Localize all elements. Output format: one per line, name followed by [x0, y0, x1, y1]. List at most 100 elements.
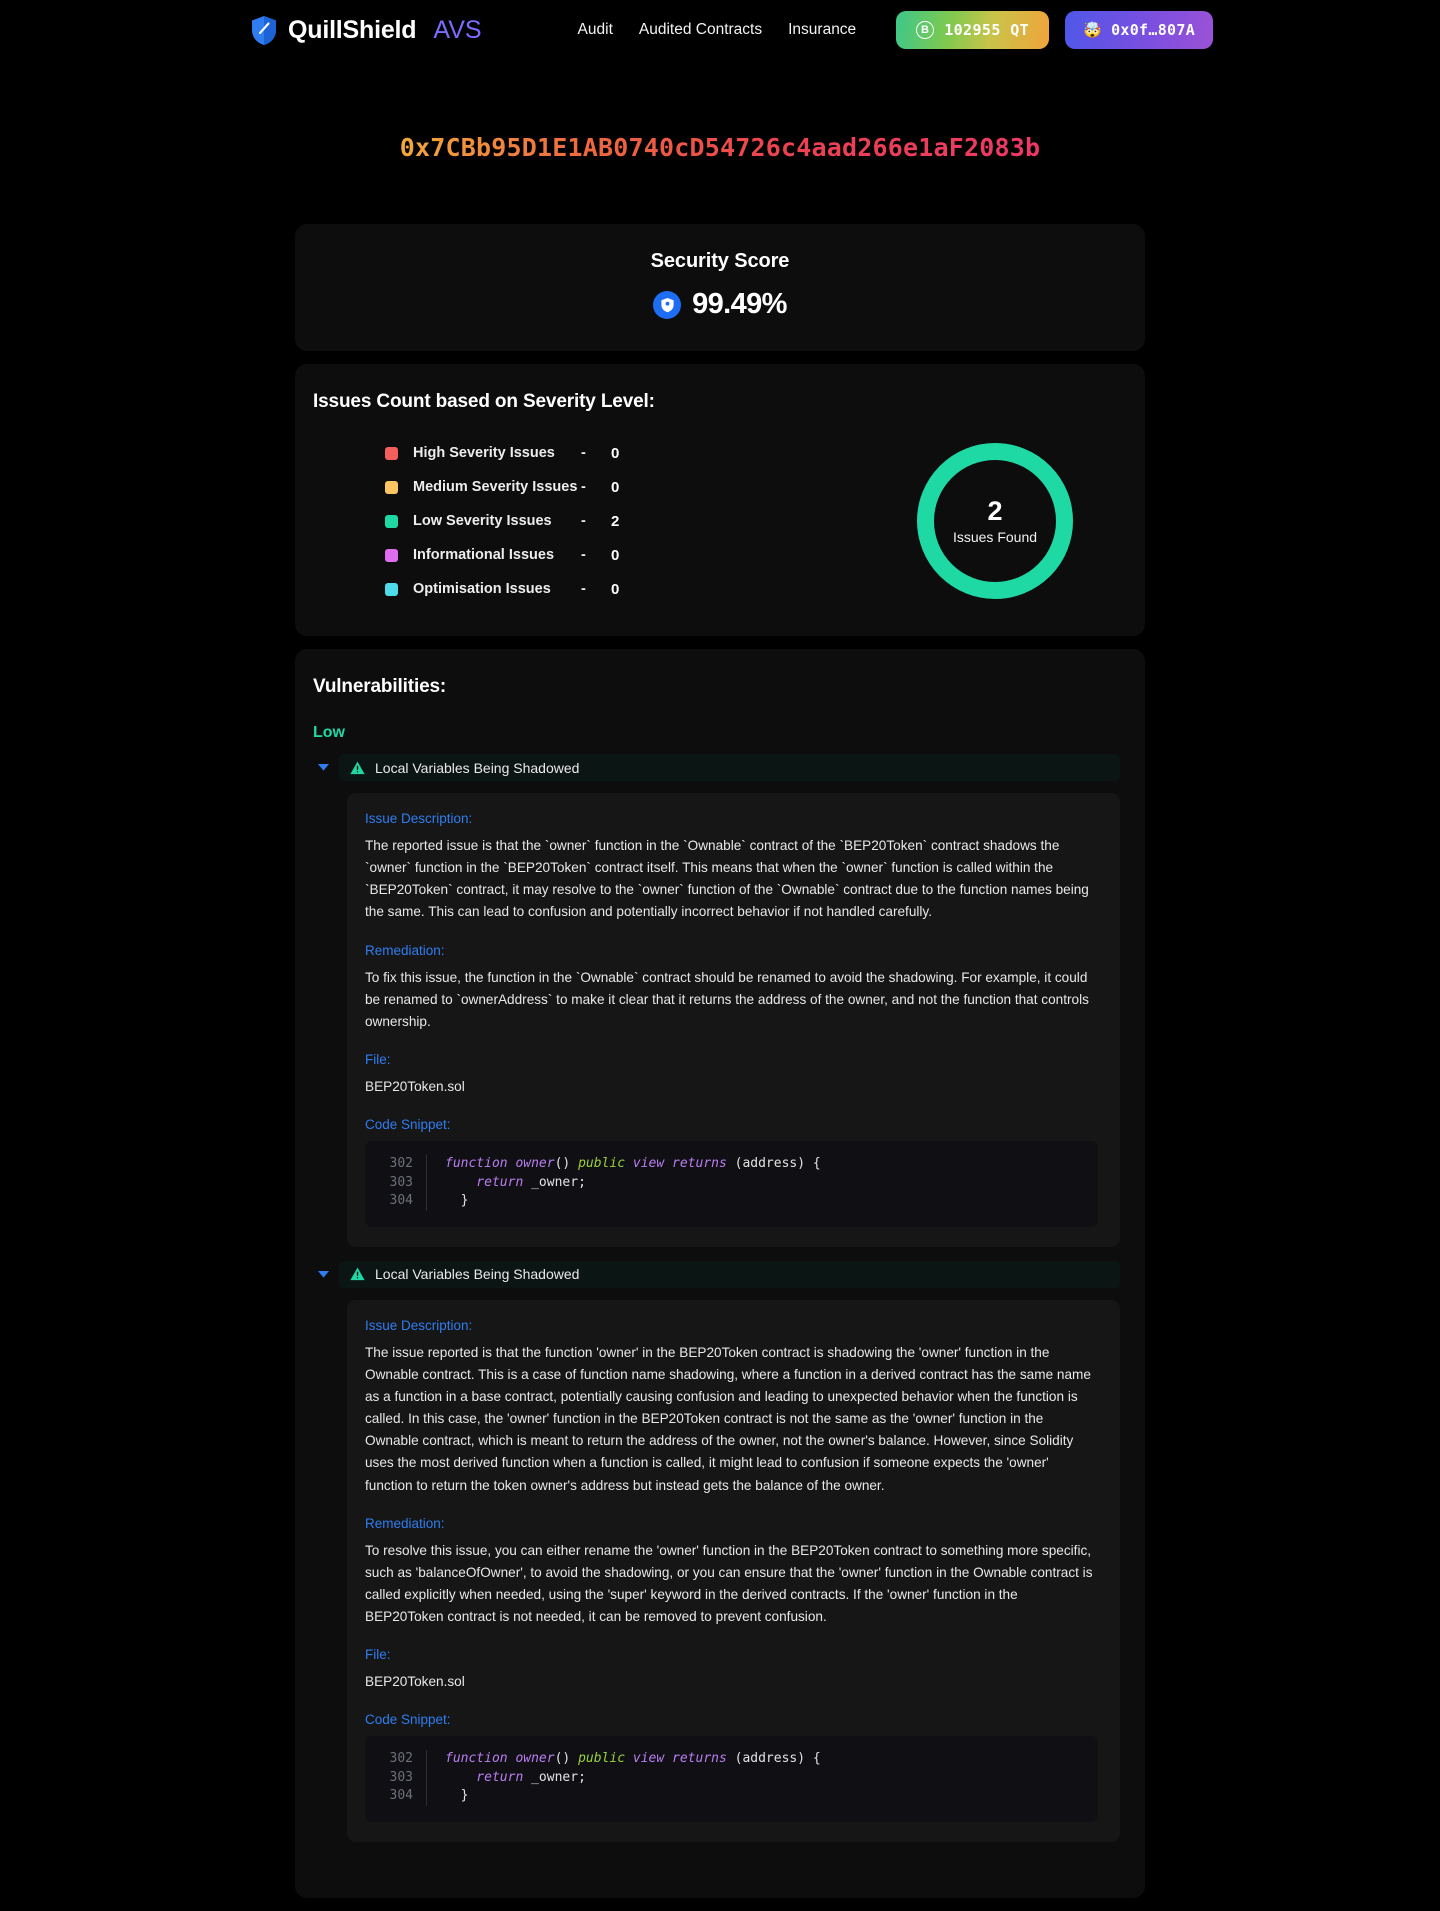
- vulnerability-header-bar[interactable]: Local Variables Being Shadowed: [339, 1260, 1120, 1288]
- vulnerability-item: Local Variables Being Shadowed Issue Des…: [295, 754, 1145, 1247]
- warning-triangle-icon: [350, 1267, 365, 1281]
- severity-swatch-optimisation: [385, 582, 398, 596]
- issues-count-card: Issues Count based on Severity Level: Hi…: [295, 364, 1145, 636]
- code-line-number: 304: [365, 1787, 427, 1806]
- code-line: 302 function owner() public view returns…: [365, 1155, 1098, 1174]
- vulnerabilities-card: Vulnerabilities: Low Local Variables Bei…: [295, 649, 1145, 1898]
- main-nav: Audit Audited Contracts Insurance: [578, 21, 857, 39]
- legend-count-medium: 0: [611, 478, 620, 496]
- legend-row-informational: Informational Issues - 0: [385, 538, 845, 572]
- vulnerability-header-bar[interactable]: Local Variables Being Shadowed: [339, 754, 1120, 781]
- code-line-content: return _owner;: [427, 1769, 586, 1787]
- code-snippet-label: Code Snippet:: [365, 1712, 451, 1728]
- legend-row-high: High Severity Issues - 0: [385, 436, 845, 470]
- code-token-identifier: _owner;: [523, 1769, 586, 1785]
- code-line: 303 return _owner;: [365, 1173, 1098, 1193]
- code-line: 303 return _owner;: [365, 1768, 1098, 1788]
- severity-group-label: Low: [313, 724, 345, 741]
- code-snippet-label: Code Snippet:: [365, 1117, 451, 1133]
- legend-separator: -: [581, 513, 586, 529]
- code-token-mutability: view returns: [625, 1156, 727, 1172]
- code-token-identifier: _owner;: [523, 1174, 586, 1190]
- legend-label-informational: Informational Issues: [413, 547, 555, 563]
- vulnerability-toggle[interactable]: Local Variables Being Shadowed: [313, 754, 1145, 781]
- token-balance-label: 102955 QT: [944, 21, 1030, 39]
- wallet-address-label: 0x0f…807A: [1111, 21, 1196, 39]
- severity-swatch-low: [385, 514, 398, 528]
- shield-icon: [250, 15, 278, 46]
- wallet-avatar-icon: 🤯: [1083, 20, 1103, 39]
- remediation-label: Remediation:: [365, 1515, 445, 1531]
- brand-logo[interactable]: QuillShield AVS: [250, 15, 482, 46]
- code-token-keyword: function: [445, 1156, 508, 1172]
- file-name: BEP20Token.sol: [365, 1674, 465, 1690]
- code-token-visibility: public: [578, 1751, 626, 1767]
- code-line-number: 302: [365, 1155, 427, 1174]
- legend-row-low: Low Severity Issues - 2: [385, 504, 845, 538]
- code-line: 304 }: [365, 1192, 1098, 1211]
- legend-count-optimisation: 0: [611, 580, 620, 598]
- chevron-down-icon[interactable]: [313, 763, 333, 772]
- donut-total: 2: [987, 496, 1003, 527]
- vulnerability-details: Issue Description: The issue reported is…: [347, 1299, 1120, 1842]
- vulnerabilities-title: Vulnerabilities:: [313, 676, 447, 697]
- chevron-down-icon[interactable]: [313, 1270, 333, 1279]
- contract-address: 0x7CBb95D1E1AB0740cD54726c4aad266e1aF208…: [399, 133, 1041, 162]
- severity-swatch-informational: [385, 548, 398, 562]
- warning-triangle-icon: [350, 761, 365, 775]
- code-token-tail: (address) {: [726, 1751, 821, 1767]
- bitcoin-icon: B: [916, 21, 935, 39]
- vulnerability-name: Local Variables Being Shadowed: [375, 1266, 580, 1283]
- file-label: File:: [365, 1052, 391, 1068]
- wallet-address-button[interactable]: 🤯 0x0f…807A: [1065, 11, 1214, 49]
- nav-item-audit[interactable]: Audit: [578, 21, 613, 39]
- security-score-card: Security Score 99.49%: [295, 224, 1145, 351]
- code-token-function: owner: [515, 1751, 555, 1767]
- file-name: BEP20Token.sol: [365, 1079, 465, 1095]
- code-line: 302 function owner() public view returns…: [365, 1750, 1098, 1769]
- legend-separator: -: [581, 581, 586, 597]
- legend-label-medium: Medium Severity Issues: [413, 479, 578, 495]
- code-token-function: owner: [515, 1156, 555, 1172]
- code-token-return: return: [445, 1174, 524, 1190]
- code-token-return: return: [445, 1769, 524, 1785]
- security-score-title: Security Score: [650, 250, 790, 272]
- legend-label-low: Low Severity Issues: [413, 513, 552, 529]
- issue-description-text: The issue reported is that the function …: [365, 1344, 1091, 1493]
- nav-item-audited-contracts[interactable]: Audited Contracts: [639, 21, 762, 39]
- contract-address-header: 0x7CBb95D1E1AB0740cD54726c4aad266e1aF208…: [0, 133, 1440, 162]
- vulnerability-toggle[interactable]: Local Variables Being Shadowed: [313, 1260, 1145, 1288]
- remediation-text: To fix this issue, the function in the `…: [365, 969, 1089, 1029]
- code-line-number: 303: [365, 1173, 427, 1193]
- nav-item-insurance[interactable]: Insurance: [788, 21, 856, 39]
- code-line-content: function owner() public view returns (ad…: [427, 1155, 821, 1173]
- vulnerability-name: Local Variables Being Shadowed: [375, 759, 580, 776]
- donut-caption: Issues Found: [952, 528, 1038, 545]
- code-snippet: 302 function owner() public view returns…: [365, 1141, 1098, 1227]
- shield-check-icon: [653, 290, 682, 319]
- code-token-visibility: public: [578, 1156, 626, 1172]
- legend-row-optimisation: Optimisation Issues - 0: [385, 572, 845, 606]
- severity-swatch-high: [385, 446, 398, 460]
- brand-suffix: AVS: [433, 15, 482, 44]
- issue-description-label: Issue Description:: [365, 811, 473, 826]
- token-balance-button[interactable]: B 102955 QT: [896, 11, 1050, 49]
- issues-count-title: Issues Count based on Severity Level:: [313, 391, 655, 412]
- file-label: File:: [365, 1647, 391, 1663]
- legend-count-high: 0: [611, 444, 620, 462]
- vulnerability-item: Local Variables Being Shadowed Issue Des…: [295, 1260, 1145, 1842]
- code-token-mutability: view returns: [625, 1751, 727, 1767]
- legend-separator: -: [581, 547, 586, 563]
- code-line-content: }: [445, 1193, 469, 1209]
- code-line-number: 302: [365, 1750, 427, 1769]
- legend-count-low: 2: [611, 512, 620, 530]
- code-token-paren: (): [554, 1156, 579, 1172]
- severity-legend: High Severity Issues - 0 Medium Severity…: [295, 436, 845, 606]
- issues-donut-chart: 2 Issues Found: [845, 443, 1145, 599]
- code-line-content: }: [445, 1788, 469, 1804]
- code-snippet: 302 function owner() public view returns…: [365, 1736, 1098, 1822]
- code-line-content: function owner() public view returns (ad…: [427, 1750, 821, 1768]
- legend-label-high: High Severity Issues: [413, 445, 555, 461]
- code-line-number: 303: [365, 1768, 427, 1788]
- legend-row-medium: Medium Severity Issues - 0: [385, 470, 845, 504]
